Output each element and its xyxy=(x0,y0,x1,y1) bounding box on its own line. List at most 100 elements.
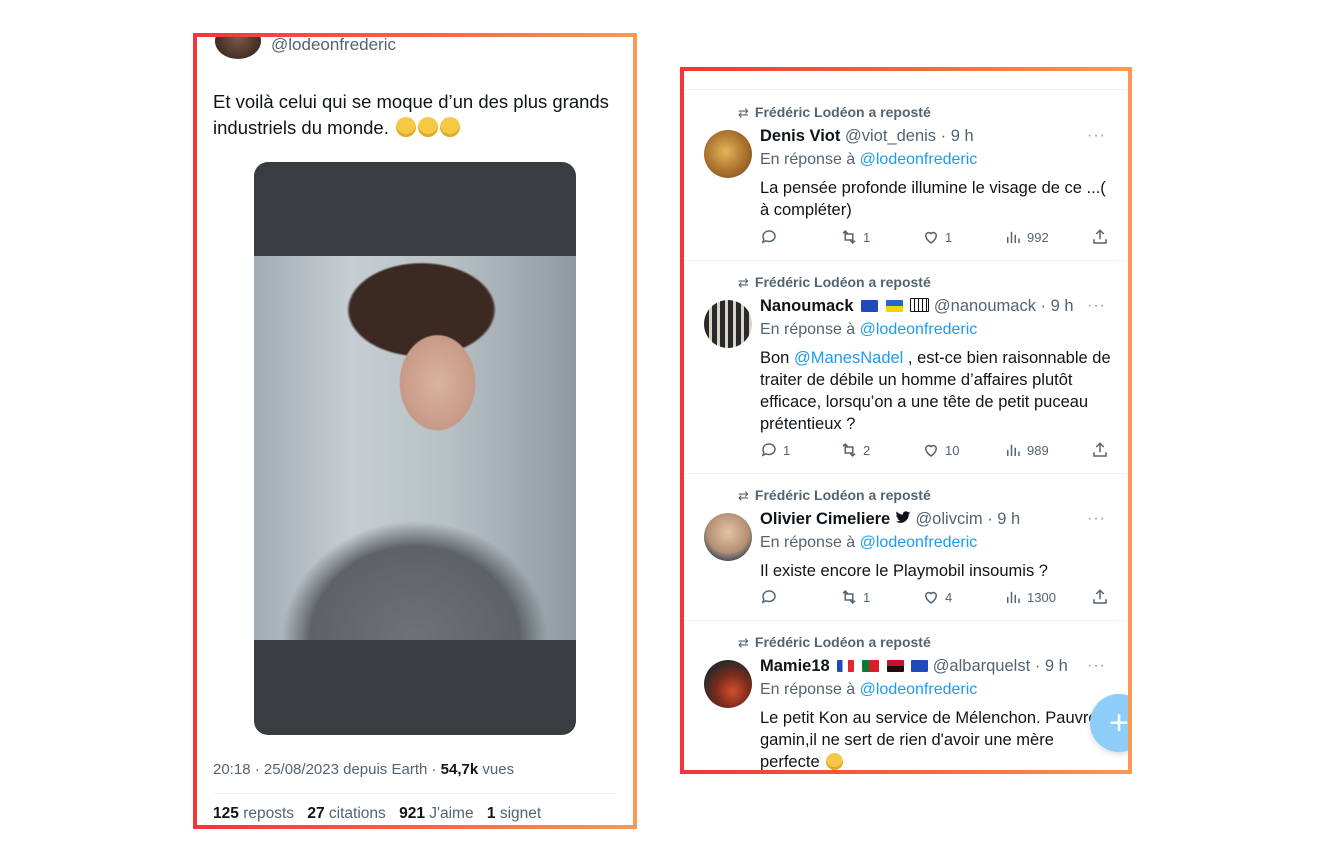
action-bar: 1 2 10 989 xyxy=(760,441,1116,461)
more-options-icon[interactable]: ··· xyxy=(1087,297,1106,315)
france-flag-icon xyxy=(837,660,855,672)
right-screenshot-frame: ⇄ Frédéric Lodéon a reposté Denis Viot @v… xyxy=(680,67,1132,774)
analytics-icon xyxy=(1007,591,1020,603)
repost-icon: ⇄ xyxy=(738,635,749,650)
reposts-stat[interactable]: 125 reposts xyxy=(213,805,303,822)
repost-icon xyxy=(842,589,856,605)
video-media[interactable] xyxy=(254,162,576,735)
repost-button[interactable]: 1 xyxy=(840,588,870,606)
piano-icon xyxy=(910,298,930,312)
views-button[interactable]: 1300 xyxy=(1004,588,1056,606)
repost-icon xyxy=(842,229,856,245)
action-bar: 1 1 992 xyxy=(760,228,1116,248)
repost-indicator: ⇄ Frédéric Lodéon a reposté xyxy=(738,634,931,650)
in-reply-to: En réponse à @lodeonfrederic xyxy=(760,534,978,551)
share-icon xyxy=(1093,589,1107,604)
author-handle-time[interactable]: @albarquelst · 9 h xyxy=(933,657,1068,675)
repost-icon: ⇄ xyxy=(738,488,749,503)
reply-text: Bon @ManesNadel , est-ce bien raisonnabl… xyxy=(760,349,1111,433)
divider xyxy=(684,89,1128,90)
views-label: vues xyxy=(478,761,515,778)
quotes-stat[interactable]: 27 citations xyxy=(307,805,394,822)
more-options-icon[interactable]: ··· xyxy=(1087,510,1106,528)
avatar[interactable] xyxy=(704,513,752,561)
video-frame-image xyxy=(254,256,576,640)
share-icon xyxy=(1093,229,1107,244)
author-name[interactable]: Nanoumack xyxy=(760,297,854,315)
portugal-flag-icon xyxy=(861,660,879,672)
more-options-icon[interactable]: ··· xyxy=(1087,657,1106,675)
analytics-icon xyxy=(1007,231,1020,243)
share-button[interactable] xyxy=(1091,588,1109,606)
more-options-icon[interactable]: ··· xyxy=(1087,127,1106,145)
reply-text: Il existe encore le Playmobil insoumis ? xyxy=(760,562,1048,580)
tweet-text: Et voilà celui qui se moque d’un des plu… xyxy=(213,89,623,141)
author-handle-time[interactable]: @olivcim · 9 h xyxy=(915,510,1020,528)
reply-button[interactable]: 1 xyxy=(760,441,790,459)
author-handle-time[interactable]: @viot_denis · 9 h xyxy=(845,127,974,145)
tweet-meta: 20:18 · 25/08/2023 depuis Earth · 54,7k … xyxy=(213,761,514,778)
like-button[interactable]: 4 xyxy=(922,588,952,606)
repost-icon: ⇄ xyxy=(738,275,749,290)
avatar[interactable] xyxy=(704,300,752,348)
repost-icon: ⇄ xyxy=(738,105,749,120)
reply-icon xyxy=(761,443,776,457)
replies-feed: ⇄ Frédéric Lodéon a reposté Denis Viot @v… xyxy=(684,71,1128,770)
author-name[interactable]: Mamie18 xyxy=(760,657,830,675)
reply-icon xyxy=(761,590,776,604)
author-name[interactable]: Olivier Cimeliere xyxy=(760,510,890,528)
eu-flag-icon xyxy=(911,660,929,672)
mention-link[interactable]: @ManesNadel xyxy=(794,349,903,367)
tears-of-joy-emoji-icon xyxy=(826,753,844,770)
like-button[interactable]: 1 xyxy=(922,228,952,246)
reply-text: La pensée profonde illumine le visage de… xyxy=(760,179,1106,219)
laughing-emoji-icon xyxy=(440,117,460,137)
heart-icon xyxy=(924,591,938,604)
share-button[interactable] xyxy=(1091,228,1109,246)
author-handle[interactable]: @lodeonfrederic xyxy=(271,37,396,55)
tweet-detail: @lodeonfrederic Et voilà celui qui se mo… xyxy=(197,37,633,825)
mention-link[interactable]: @lodeonfrederic xyxy=(860,681,978,698)
views-button[interactable]: 989 xyxy=(1004,441,1049,459)
mention-link[interactable]: @lodeonfrederic xyxy=(860,321,978,338)
divider xyxy=(684,260,1128,261)
mention-link[interactable]: @lodeonfrederic xyxy=(860,151,978,168)
avatar[interactable] xyxy=(704,130,752,178)
heart-icon xyxy=(924,444,938,457)
likes-stat[interactable]: 921 J'aime xyxy=(399,805,483,822)
repost-indicator: ⇄ Frédéric Lodéon a reposté xyxy=(738,274,931,290)
author-handle-time[interactable]: @nanoumack · 9 h xyxy=(934,297,1074,315)
laughing-emoji-icon xyxy=(396,117,416,137)
reply-button[interactable] xyxy=(760,228,783,246)
divider xyxy=(684,620,1128,621)
like-button[interactable]: 10 xyxy=(922,441,959,459)
divider xyxy=(684,473,1128,474)
angola-flag-icon xyxy=(886,660,904,672)
mention-link[interactable]: @lodeonfrederic xyxy=(860,534,978,551)
reply-text: Le petit Kon au service de Mélenchon. Pa… xyxy=(760,709,1098,770)
author-name[interactable]: Denis Viot xyxy=(760,127,840,145)
tweet-timestamp: 20:18 · 25/08/2023 depuis Earth · xyxy=(213,761,441,778)
action-bar: 1 4 1300 xyxy=(760,588,1116,608)
ukraine-flag-icon xyxy=(885,300,903,312)
bird-icon xyxy=(895,511,911,523)
repost-indicator: ⇄ Frédéric Lodéon a reposté xyxy=(738,104,931,120)
repost-button[interactable]: 1 xyxy=(840,228,870,246)
reply-icon xyxy=(761,230,776,244)
reply-button[interactable] xyxy=(760,588,783,606)
analytics-icon xyxy=(1007,444,1020,456)
repost-button[interactable]: 2 xyxy=(840,441,870,459)
share-icon xyxy=(1093,442,1107,457)
tweet-stats: 125 reposts 27 citations 921 J'aime 1 si… xyxy=(213,805,541,823)
views-button[interactable]: 992 xyxy=(1004,228,1049,246)
views-count: 54,7k xyxy=(440,761,479,778)
bookmarks-stat[interactable]: 1 signet xyxy=(487,805,541,822)
avatar[interactable] xyxy=(215,37,261,59)
in-reply-to: En réponse à @lodeonfrederic xyxy=(760,151,978,168)
share-button[interactable] xyxy=(1091,441,1109,459)
eu-flag-icon xyxy=(861,300,879,312)
in-reply-to: En réponse à @lodeonfrederic xyxy=(760,681,978,698)
divider xyxy=(213,793,617,794)
heart-icon xyxy=(924,231,938,244)
avatar[interactable] xyxy=(704,660,752,708)
